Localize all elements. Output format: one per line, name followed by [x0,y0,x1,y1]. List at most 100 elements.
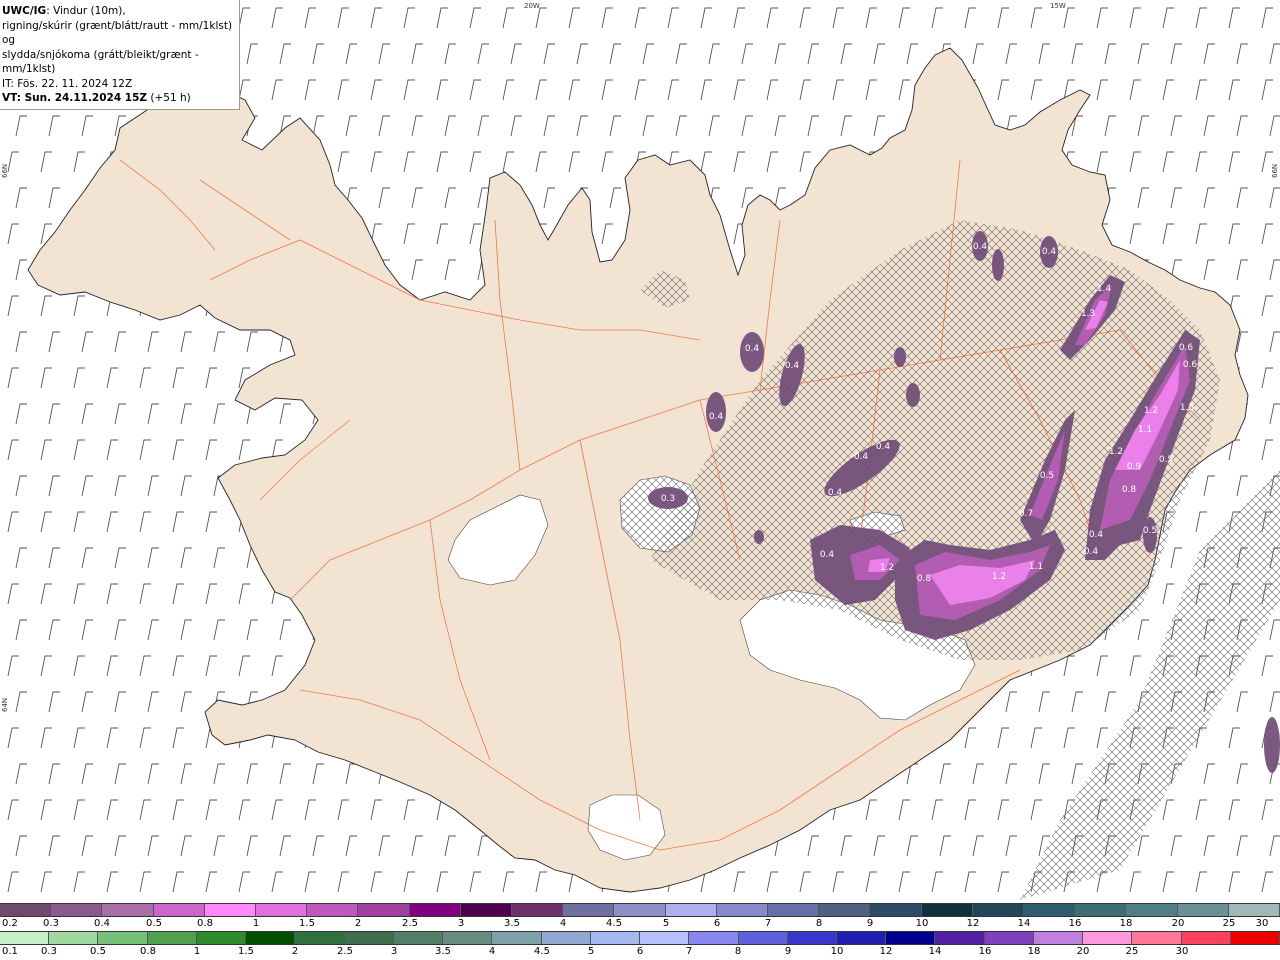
legend-swatch [196,932,247,944]
precip-value-label: 0.4 [745,344,760,354]
legend-label: 0.4 [94,918,110,929]
legend-swatch [393,932,444,944]
precip-value-label: 0.4 [828,488,843,498]
legend-label: 8 [815,918,823,929]
legend-swatch [1033,932,1084,944]
legend-swatch [98,932,148,944]
legend-swatch [665,904,717,916]
legend-label: 0.3 [43,918,59,929]
legend-label: 7 [685,946,693,957]
lat-label-66n-right: 66N [1271,164,1279,178]
legend-swatch [102,904,154,916]
legend-label: 2 [291,946,299,957]
map-header: UWC/IG: Vindur (10m), rigning/skúrir (gr… [0,0,240,110]
legend-label: 10 [830,946,844,957]
precip-value-label: 0.6 [1179,343,1194,353]
legend-label: 16 [1068,918,1082,929]
legend-swatch [295,932,345,944]
precip-value-label: 0.5 [1143,526,1157,536]
legend-swatch [51,904,103,916]
legend-swatch [1228,904,1280,916]
precip-value-label: 0.8 [917,574,932,584]
precip-value-label: 0.4 [1089,530,1104,540]
precip-value-label: 0.4 [854,452,869,462]
init-time: IT: Fös. 22. 11. 2024 12Z [2,77,133,90]
legend-label: 4 [559,918,567,929]
legend-label: 0.5 [146,918,162,929]
legend-swatch [1075,904,1127,916]
legend-swatch [49,932,99,944]
legend-swatch [147,932,197,944]
legend-label: 16 [978,946,992,957]
lat-label-66n-left: 66N [1,164,9,178]
legend-label: 3 [457,918,465,929]
legend-label: 8 [734,946,742,957]
legend-swatch [738,932,788,944]
precip-value-label: 0.4 [1042,247,1057,257]
legend-label: 1.5 [238,946,254,957]
legend-swatch [640,932,690,944]
precip-value-label: 1.2 [1109,447,1123,457]
legend-label: 3.5 [504,918,520,929]
precip-value-label: 0.5 [1159,455,1173,465]
precip-value-label: 1.3 [1081,309,1095,319]
legend-label: 14 [1017,918,1031,929]
legend-swatch [886,932,936,944]
legend-label: 4.5 [606,918,622,929]
legend-swatch [358,904,410,916]
legend-swatch [307,904,359,916]
legend-swatch [0,932,50,944]
legend-swatch [344,932,394,944]
legend-swatch [246,932,296,944]
legend-label: 20 [1076,946,1090,957]
legend-swatch [541,932,591,944]
precip-value-label: 0.3 [661,494,675,504]
legend-swatch [1177,904,1229,916]
legend-label: 3 [390,946,398,957]
valid-time: VT: Sun. 24.11.2024 15Z [2,92,148,104]
snow-color-bar [0,903,1280,917]
legend-label: 25 [1222,918,1236,929]
legend-swatch [984,932,1034,944]
lon-label-15w: 15W [1050,2,1066,10]
legend-label: 10 [915,918,929,929]
legend-label: 0.1 [2,946,18,957]
precip-value-label: 1.2 [880,563,894,573]
legend-swatch [1230,932,1280,944]
legend-label: 9 [866,918,874,929]
legend-swatch [590,932,641,944]
legend-label: 5 [662,918,670,929]
precip-value-label: 0.6 [1183,360,1198,370]
legend-swatch [443,932,493,944]
header-line2: rigning/skúrir (grænt/blátt/rautt - mm/1… [2,19,233,47]
legend-label: 25 [1125,946,1139,957]
precip-value-label: 0.4 [709,412,724,422]
legend-label: 2.5 [337,946,353,957]
legend-label: 3.5 [435,946,451,957]
legend-label: 14 [928,946,942,957]
weather-map: 20W 15W 66N 66N 64N 0.4 0.4 0.4 0.3 0.4 0.4 0.… [0,0,1280,902]
legend-label: 12 [879,946,893,957]
rain-legend-labels: 0.1 0.3 0.5 0.8 1 1.5 2 2.5 3 3.5 4 4.5 5 6 7 8 9 10 12 14 1… [0,945,1280,959]
legend-label: 1.5 [299,918,315,929]
product-name: UWC/IG [2,5,47,17]
precip-value-label: 0.4 [1084,547,1099,557]
header-line3: slydda/snjókoma (grátt/bleikt/grænt - mm… [2,48,199,76]
legend-swatch [1083,932,1133,944]
legend-label: 7 [764,918,772,929]
legend-swatch [0,904,52,916]
precip-value-label: 0.4 [820,550,835,560]
legend-label: 0.8 [140,946,156,957]
legend-swatch [836,932,887,944]
legend-swatch [1132,932,1182,944]
legend-label: 0.5 [90,946,106,957]
legend-swatch [256,904,308,916]
valid-offset: (+51 h) [147,92,191,104]
legend-label: 2.5 [402,918,418,929]
legend-swatch [921,904,973,916]
precip-value-label: 1.4 [1097,284,1112,294]
legend-label: 9 [784,946,792,957]
precip-value-label: 0.5 [1040,471,1054,481]
precip-value-label: 0.9 [1127,462,1142,472]
snow-legend: 0.2 0.3 0.4 0.5 0.8 1 1.5 2 2.5 3 3.5 4 4.5 5 6 7 8 9 10 12… [0,903,1280,932]
